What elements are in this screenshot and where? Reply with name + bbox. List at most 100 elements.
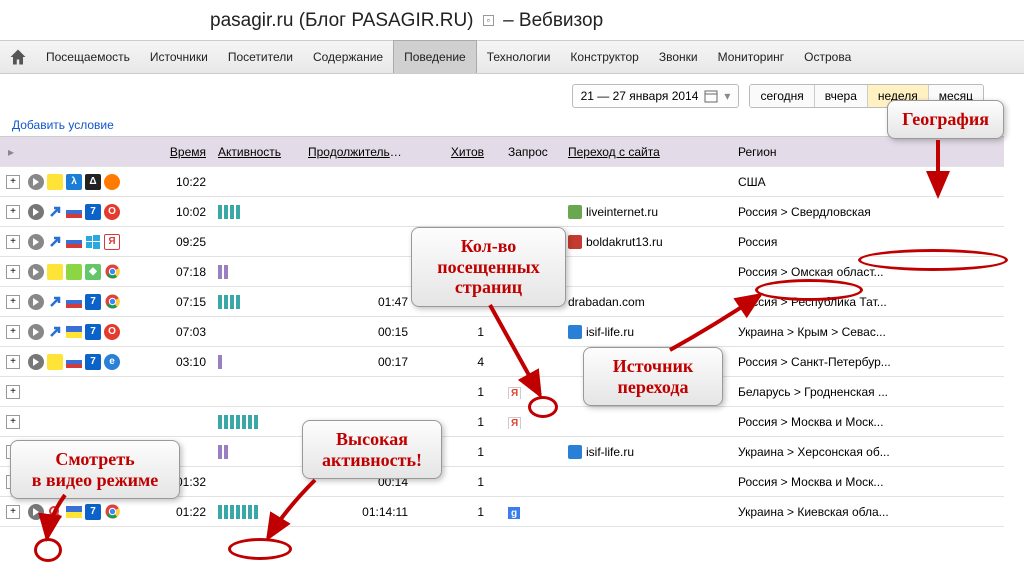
flag-icon [66, 294, 82, 310]
referer-link[interactable]: boldakrut13.ru [586, 235, 663, 249]
callout-activity: Высокаяактивность! [302, 420, 442, 479]
table-row[interactable]: +7O10:02liveinternet.ruРоссия > Свердлов… [0, 197, 1004, 227]
main-nav: ПосещаемостьИсточникиПосетителиСодержани… [0, 40, 1024, 74]
cell-activity [212, 265, 302, 279]
referer-link[interactable]: drabadan.com [568, 295, 645, 309]
play-icon[interactable] [28, 234, 44, 250]
referer-link[interactable]: liveinternet.ru [586, 205, 658, 219]
app-icon: 7 [85, 354, 101, 370]
referer-link[interactable]: isif-life.ru [586, 445, 634, 459]
play-icon[interactable] [28, 354, 44, 370]
play-icon[interactable] [28, 324, 44, 340]
cell-hits: 1 [432, 505, 502, 519]
table-row[interactable]: +7e03:1000:174Россия > Санкт-Петербур... [0, 347, 1004, 377]
expand-icon[interactable]: ▫ [483, 15, 494, 26]
row-icons: Я [22, 234, 152, 250]
cell-referer[interactable]: isif-life.ru [562, 325, 732, 339]
expand-button[interactable]: + [6, 295, 20, 309]
app-icon: 7 [85, 204, 101, 220]
app-icon: O [104, 204, 120, 220]
col-duration[interactable]: Продолжительнос [302, 145, 432, 159]
expand-button[interactable]: + [6, 355, 20, 369]
cell-duration: 00:15 [302, 325, 432, 339]
play-icon[interactable] [28, 264, 44, 280]
app-icon [66, 264, 82, 280]
table-row[interactable]: +λΔ10:22США [0, 167, 1004, 197]
row-icons: 7 [22, 294, 152, 310]
favicon-icon [568, 205, 582, 219]
home-icon[interactable] [8, 47, 28, 67]
callout-source: Источникперехода [583, 347, 723, 406]
expand-button[interactable]: + [6, 385, 20, 399]
expand-button[interactable]: + [6, 325, 20, 339]
cell-region: Россия > Москва и Моск... [732, 475, 900, 489]
table-row[interactable]: +1ЯБеларусь > Гродненская ... [0, 377, 1004, 407]
cell-referer[interactable]: liveinternet.ru [562, 205, 732, 219]
col-expand[interactable]: ▸ [0, 145, 22, 159]
tab-звонки[interactable]: Звонки [649, 41, 708, 73]
expand-button[interactable]: + [6, 205, 20, 219]
cell-region: Украина > Херсонская об... [732, 445, 900, 459]
cell-activity [212, 235, 302, 249]
cell-duration: 00:17 [302, 355, 432, 369]
tab-источники[interactable]: Источники [140, 41, 218, 73]
col-activity[interactable]: Активность [212, 145, 302, 159]
range-вчера[interactable]: вчера [815, 85, 868, 107]
tab-посетители[interactable]: Посетители [218, 41, 303, 73]
cell-referer[interactable]: drabadan.com [562, 295, 732, 309]
app-icon: 7 [85, 324, 101, 340]
range-сегодня[interactable]: сегодня [750, 85, 814, 107]
table-row[interactable]: +1Я Россия > Москва и Моск... [0, 407, 1004, 437]
col-hits[interactable]: Хитов [432, 145, 502, 159]
cell-referer[interactable]: boldakrut13.ru [562, 235, 732, 249]
app-icon: 7 [85, 504, 101, 520]
play-icon[interactable] [28, 294, 44, 310]
col-query[interactable]: Запрос [502, 145, 562, 159]
cell-hits: 1 [432, 445, 502, 459]
row-icons: 7e [22, 354, 152, 370]
cell-region: Россия > Омская област... [732, 265, 900, 279]
table-row[interactable]: +701:2201:14:111gУкраина > Киевская обла… [0, 497, 1004, 527]
tab-острова[interactable]: Острова [794, 41, 861, 73]
flag-icon [66, 504, 82, 520]
play-icon[interactable] [28, 174, 44, 190]
cell-time: 07:15 [152, 295, 212, 309]
app-icon [104, 174, 120, 190]
cell-time: 09:25 [152, 235, 212, 249]
cell-hits: 1 [432, 415, 502, 429]
cell-region: Беларусь > Гродненская ... [732, 385, 900, 399]
referer-link[interactable]: isif-life.ru [586, 325, 634, 339]
cell-query: Я [502, 415, 562, 429]
tab-содержание[interactable]: Содержание [303, 41, 393, 73]
arrow-up-icon [47, 324, 63, 340]
tab-поведение[interactable]: Поведение [393, 40, 477, 73]
col-time[interactable]: Время [152, 145, 212, 159]
magnifier-icon [47, 504, 63, 520]
ring-play [34, 538, 62, 562]
cell-region: Россия > Москва и Моск... [732, 415, 900, 429]
expand-button[interactable]: + [6, 235, 20, 249]
tab-конструктор[interactable]: Конструктор [560, 41, 648, 73]
play-icon[interactable] [28, 204, 44, 220]
expand-button[interactable]: + [6, 175, 20, 189]
col-region[interactable]: Регион [732, 145, 900, 159]
expand-button[interactable]: + [6, 415, 20, 429]
cell-time: 10:22 [152, 175, 212, 189]
play-icon[interactable] [28, 504, 44, 520]
col-referer[interactable]: Переход с сайта [562, 145, 732, 159]
cell-region: США [732, 175, 900, 189]
favicon-icon [568, 235, 582, 249]
table-row[interactable]: +7O07:0300:151isif-life.ruУкраина > Крым… [0, 317, 1004, 347]
add-condition-link[interactable]: Добавить условие [0, 114, 1024, 136]
chevron-down-icon: ▾ [724, 89, 730, 103]
tab-посещаемость[interactable]: Посещаемость [36, 41, 140, 73]
expand-button[interactable]: + [6, 265, 20, 279]
tab-технологии[interactable]: Технологии [477, 41, 561, 73]
date-range-text: 21 — 27 января 2014 [581, 89, 699, 103]
cell-duration: 01:14:11 [302, 505, 432, 519]
app-icon [47, 354, 63, 370]
expand-button[interactable]: + [6, 505, 20, 519]
tab-мониторинг[interactable]: Мониторинг [708, 41, 795, 73]
cell-referer[interactable]: isif-life.ru [562, 445, 732, 459]
date-range-picker[interactable]: 21 — 27 января 2014 ▾ [572, 84, 740, 108]
